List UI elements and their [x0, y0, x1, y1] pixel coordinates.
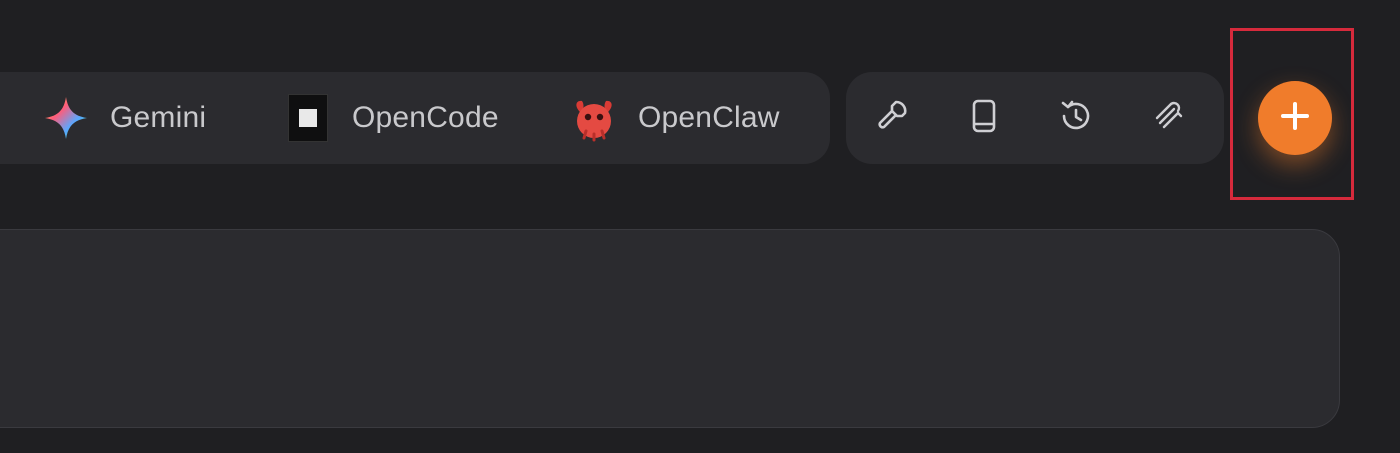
gemini-icon — [42, 94, 90, 142]
add-button[interactable] — [1258, 81, 1332, 155]
plus-icon — [1278, 99, 1312, 138]
tab-openclaw[interactable]: OpenClaw — [570, 72, 780, 164]
sparkle-button[interactable] — [1145, 94, 1193, 142]
tab-gemini-label: Gemini — [110, 101, 207, 134]
composer-panel[interactable] — [0, 229, 1340, 428]
wrench-button[interactable] — [868, 94, 916, 142]
tab-openclaw-label: OpenClaw — [638, 101, 780, 134]
history-icon — [1056, 96, 1096, 141]
book-button[interactable] — [960, 94, 1008, 142]
openclaw-icon — [570, 94, 618, 142]
history-button[interactable] — [1052, 94, 1100, 142]
sparkle-icon — [1149, 96, 1189, 141]
provider-tab-bar: Gemini OpenCode OpenClaw — [0, 72, 830, 164]
book-icon — [964, 96, 1004, 141]
app-workspace: Gemini OpenCode OpenClaw — [0, 0, 1400, 453]
tab-opencode[interactable]: OpenCode — [284, 72, 499, 164]
opencode-icon — [284, 94, 332, 142]
tab-gemini[interactable]: Gemini — [42, 72, 206, 164]
wrench-icon — [872, 96, 912, 141]
toolbar — [846, 72, 1224, 164]
tab-opencode-label: OpenCode — [352, 101, 499, 134]
